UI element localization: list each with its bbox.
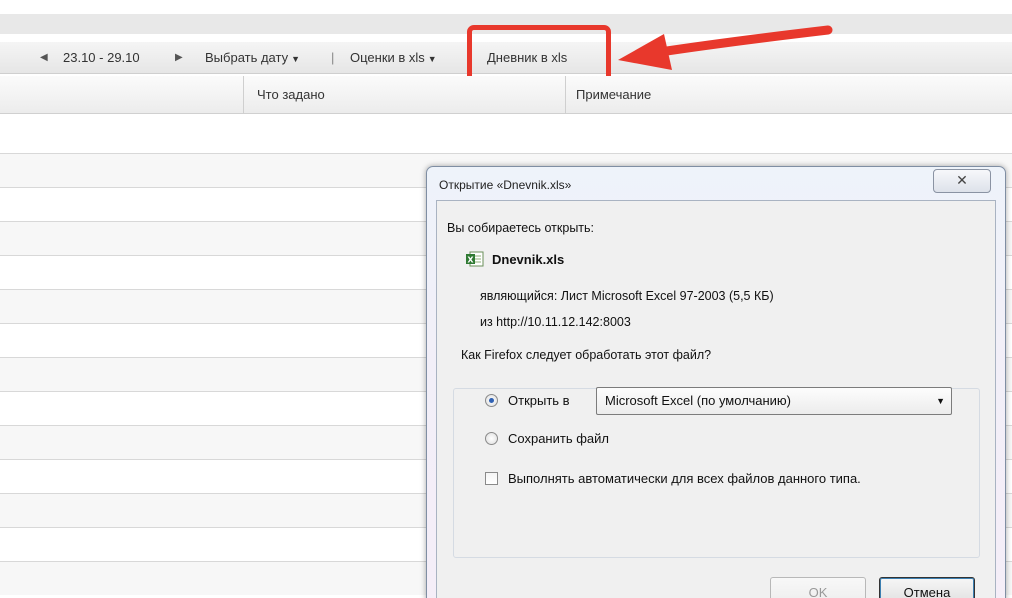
file-name: Dnevnik.xls xyxy=(492,252,565,267)
auto-checkbox[interactable] xyxy=(485,472,498,485)
excel-file-icon: X xyxy=(466,251,484,267)
open-with-value: Microsoft Excel (по умолчанию) xyxy=(605,393,792,408)
dialog-title: Открытие «Dnevnik.xls» xyxy=(439,178,572,192)
column-assigned[interactable]: Что задано xyxy=(257,76,325,114)
dialog-intro: Вы собираетесь открыть: xyxy=(447,221,595,235)
action-question: Как Firefox следует обработать этот файл… xyxy=(459,348,714,362)
column-note[interactable]: Примечание xyxy=(576,76,651,114)
cancel-button[interactable]: Отмена xyxy=(879,577,975,598)
chevron-down-icon: ▼ xyxy=(936,396,945,406)
save-file-radio[interactable] xyxy=(485,432,498,445)
open-file-dialog: Открытие «Dnevnik.xls» ✕ Вы собираетесь … xyxy=(426,166,1006,598)
dialog-body: Вы собираетесь открыть: X Dnevnik.xls яв… xyxy=(436,200,996,598)
file-type-line: являющийся: Лист Microsoft Excel 97-2003… xyxy=(480,289,774,303)
file-source-line: из http://10.11.12.142:8003 xyxy=(480,315,631,329)
auto-label[interactable]: Выполнять автоматически для всех файлов … xyxy=(508,471,861,486)
column-divider xyxy=(565,76,566,114)
svg-text:X: X xyxy=(467,256,474,265)
save-file-label[interactable]: Сохранить файл xyxy=(508,431,609,446)
open-with-select[interactable]: Microsoft Excel (по умолчанию) ▼ xyxy=(596,387,952,415)
open-with-radio[interactable] xyxy=(485,394,498,407)
column-header: Что задано Примечание xyxy=(0,76,1012,114)
close-icon: ✕ xyxy=(956,172,968,188)
column-divider xyxy=(243,76,244,114)
close-button[interactable]: ✕ xyxy=(933,169,991,193)
open-with-label[interactable]: Открыть в xyxy=(508,393,570,408)
ok-button[interactable]: OK xyxy=(770,577,866,598)
